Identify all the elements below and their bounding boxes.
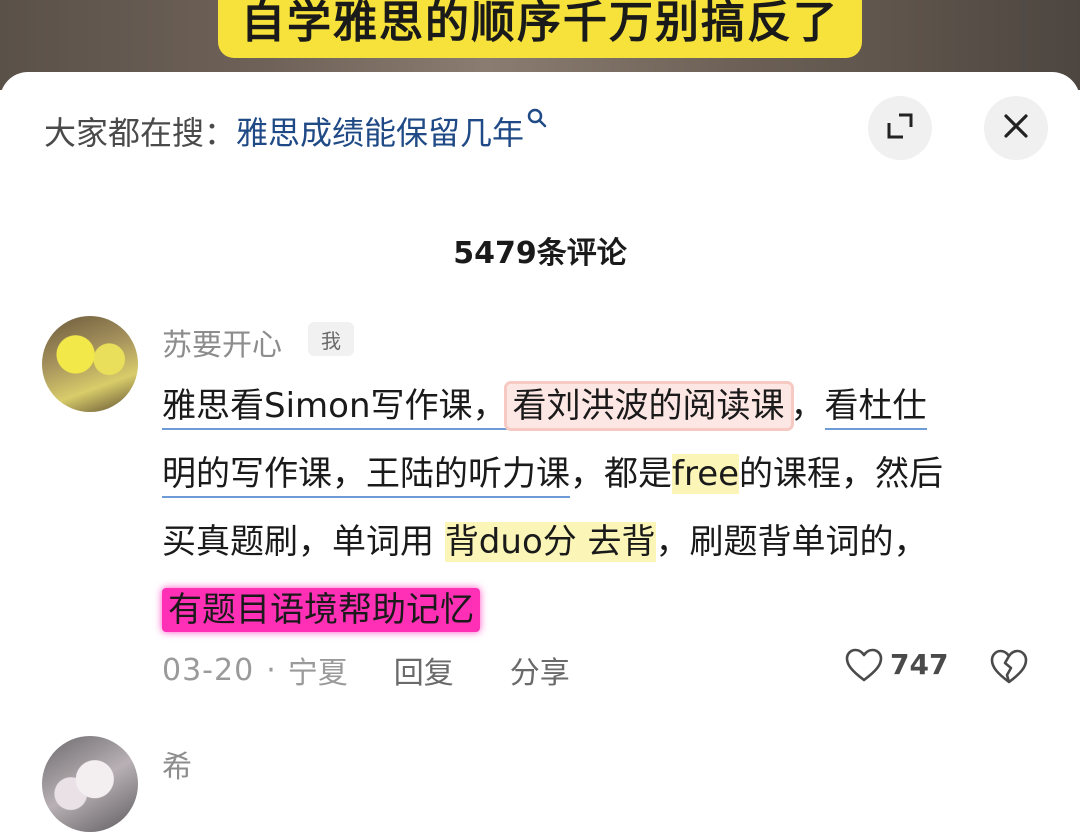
comment-location: 宁夏 [287,656,348,691]
comment-line: 明的写作课，王陆的听力课，都是free的课程，然后 [162,440,1042,508]
comment-username[interactable]: 希 [162,742,192,786]
comment-username[interactable]: 苏要开心 [162,320,282,364]
comment-segment: ，刷题背单词的， [655,522,928,562]
comment-segment: ，都是 [570,454,672,494]
close-button[interactable] [984,96,1048,160]
video-caption: 自学雅思的顺序千万别搞反了 [218,0,862,58]
comment-segment: 雅思看Simon写作课， [162,386,507,430]
search-prefix: 大家都在搜： [44,114,237,152]
search-term-link[interactable]: 雅思成绩能保留几年 [236,108,524,154]
highlighted-segment: 看刘洪波的阅读课 [503,381,794,431]
broken-heart-icon[interactable] [988,646,1030,688]
author-badge: 我 [308,322,354,356]
close-icon [1003,108,1029,148]
comment-segment: 的课程，然后 [739,454,944,494]
highlighted-segment: free [672,454,740,494]
comment-segment: ， [790,386,825,426]
reply-button[interactable]: 回复 [394,648,454,692]
avatar[interactable] [42,316,138,412]
comments-sheet: 大家都在搜： 雅思成绩能保留几年 5479条评论 苏要开心 我 雅思看Simon… [0,72,1080,832]
share-button[interactable]: 分享 [510,648,570,692]
highlighted-segment: 有题目语境帮助记忆 [162,588,480,632]
separator-dot: · [266,652,276,688]
search-suggestion[interactable]: 大家都在搜： 雅思成绩能保留几年 [44,106,548,156]
heart-icon[interactable] [844,646,884,686]
comment-line: 买真题刷，单词用 背duo分 去背，刷题背单词的， [162,508,1042,576]
comment-segment: 明的写作课，王陆的听力课 [162,454,570,498]
search-icon [526,107,548,135]
comment-segment: 买真题刷，单词用 [162,522,445,562]
comment-count: 5479条评论 [453,236,627,271]
comment-segment: 看杜仕 [824,386,927,430]
comment-text[interactable]: 雅思看Simon写作课， 看刘洪波的阅读课 ，看杜仕 明的写作课，王陆的听力课，都是… [162,372,1042,644]
avatar[interactable] [42,736,138,832]
highlighted-segment: 背duo分 去背 [444,522,656,562]
comment-line: 雅思看Simon写作课， 看刘洪波的阅读课 ，看杜仕 [162,372,1042,440]
comment-line: 有题目语境帮助记忆 [162,576,1042,644]
expand-button[interactable] [868,96,932,160]
expand-icon [885,111,915,145]
like-count: 747 [890,648,949,681]
comment-date: 03-20 [162,652,255,688]
